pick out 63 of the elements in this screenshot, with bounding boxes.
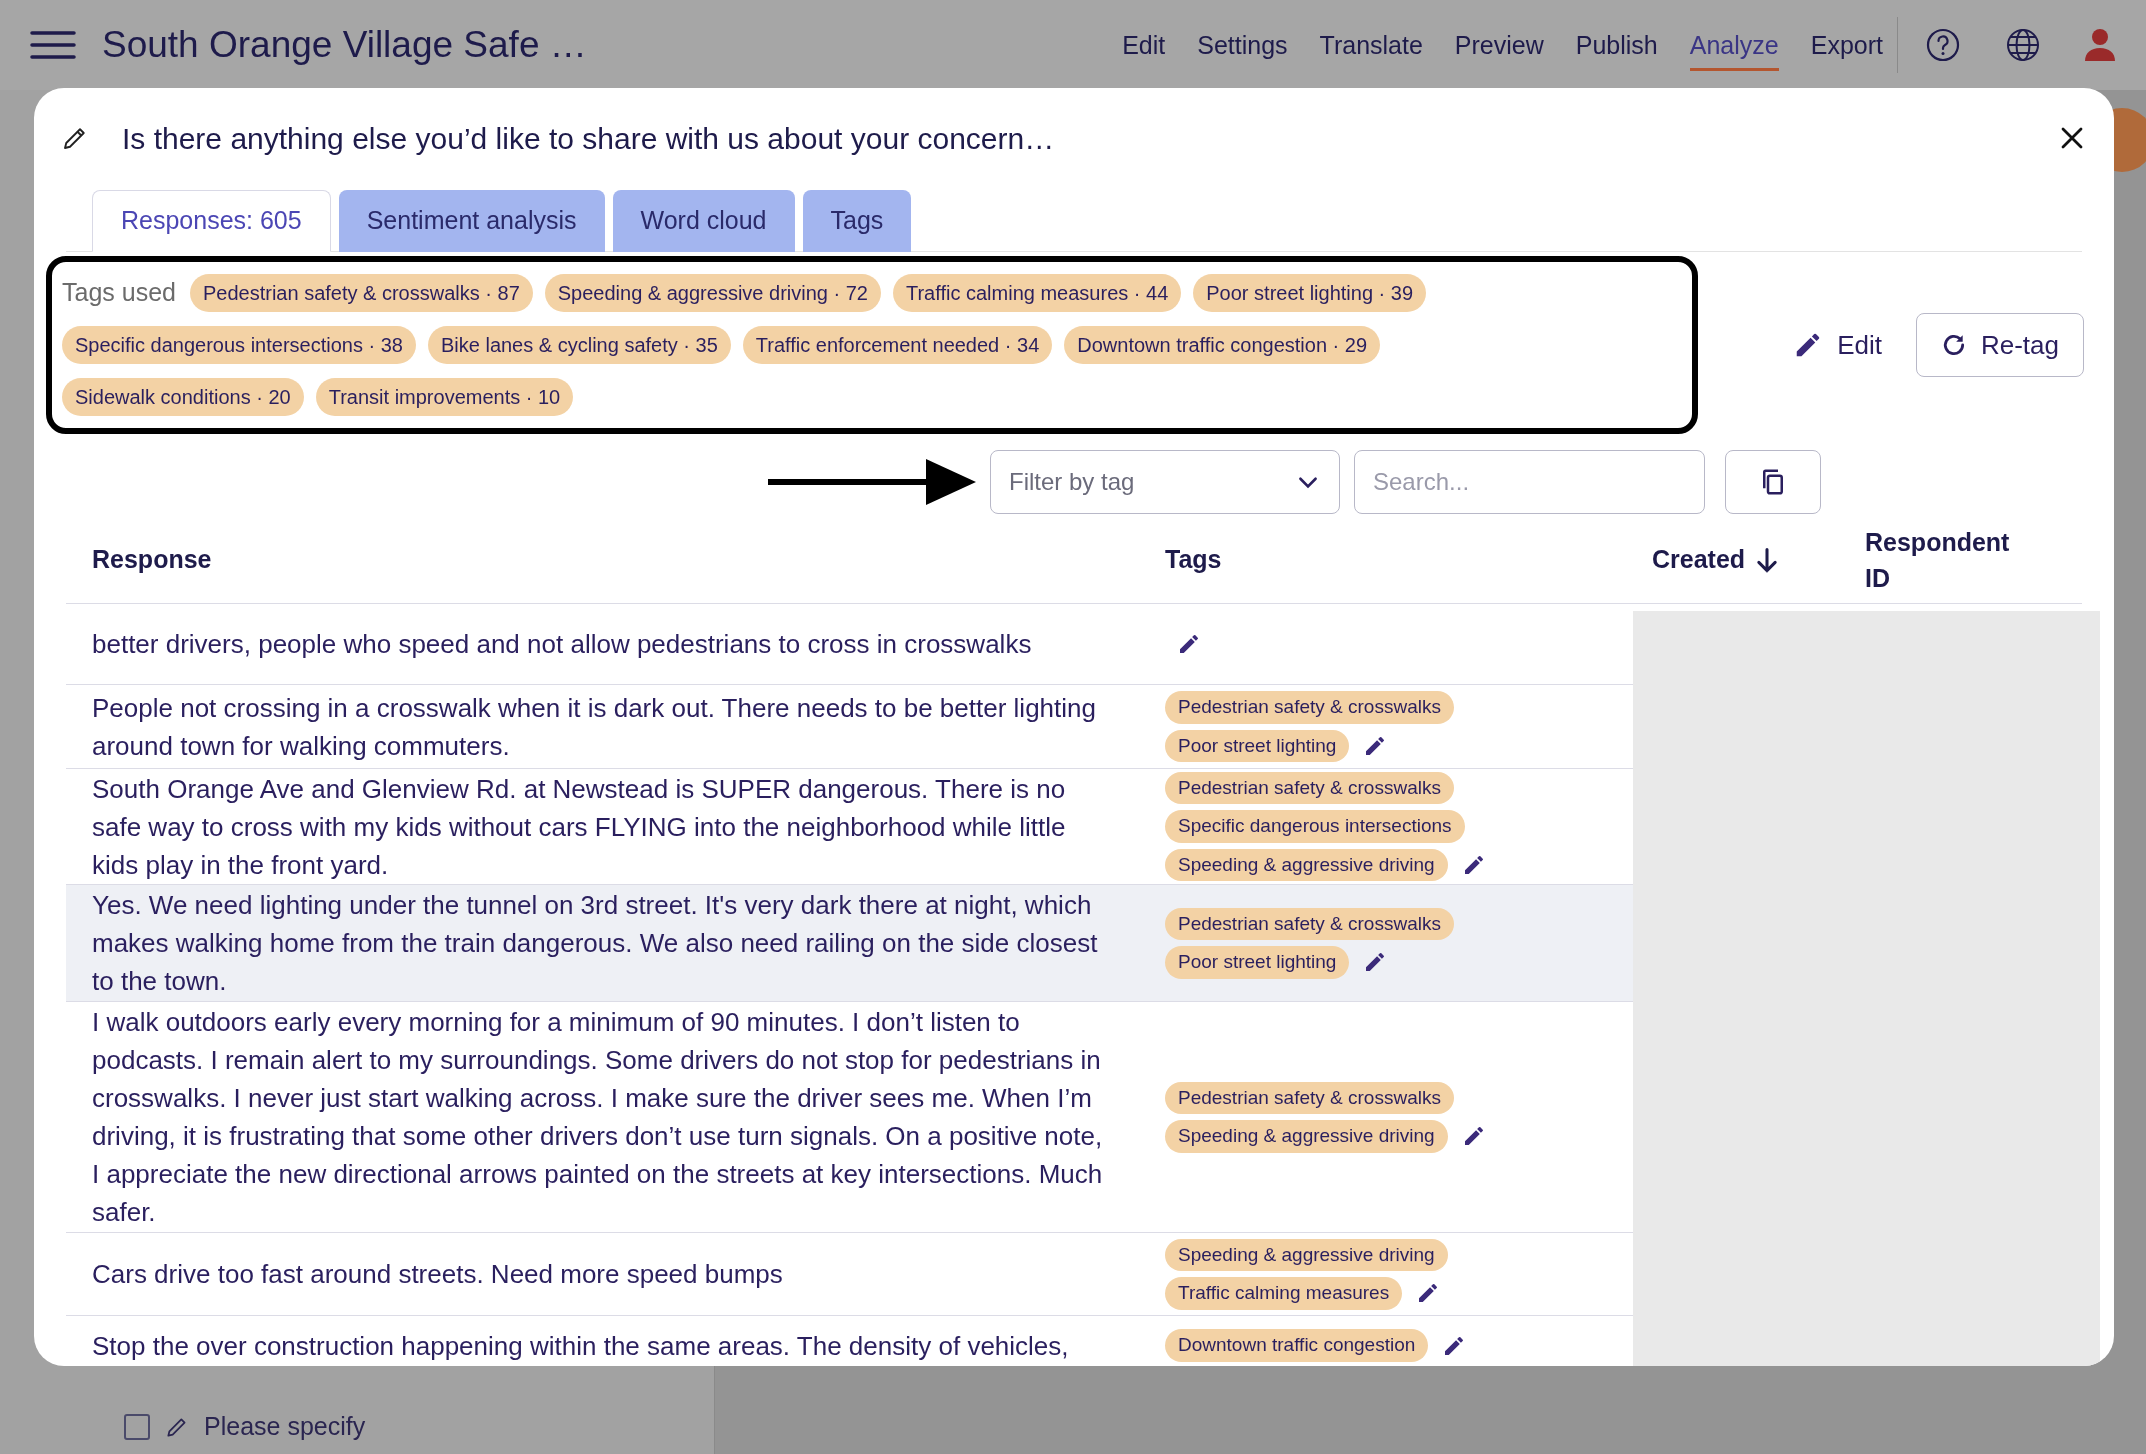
tag-chip[interactable]: Pedestrian safety & crosswalks xyxy=(1165,1081,1454,1114)
retag-button[interactable]: Re-tag xyxy=(1915,313,2084,377)
column-header[interactable]: Respondent ID xyxy=(1865,523,2025,596)
edit-button[interactable]: Edit xyxy=(1793,325,1882,365)
help-icon[interactable] xyxy=(1926,28,1960,62)
tag-chip[interactable]: Speeding & aggressive driving xyxy=(1165,1120,1448,1153)
user-icon[interactable] xyxy=(2084,28,2116,62)
tab[interactable]: Responses: 605 xyxy=(92,190,331,252)
tag-chip[interactable]: Traffic enforcement needed · 34 xyxy=(742,326,1053,364)
column-header[interactable]: Tags xyxy=(1165,540,1652,579)
nav-link[interactable]: Settings xyxy=(1197,18,1288,72)
tag-chip[interactable]: Specific dangerous intersections xyxy=(1165,810,1465,843)
app-title: South Orange Village Safe … xyxy=(102,23,587,68)
pencil-icon[interactable] xyxy=(1177,632,1201,656)
search-field[interactable]: Search... xyxy=(1354,450,1705,514)
tag-chip[interactable]: Speeding & aggressive driving · 72 xyxy=(544,274,881,312)
tab[interactable]: Sentiment analysis xyxy=(338,190,605,252)
table-row[interactable] xyxy=(66,769,1633,885)
tag-chip[interactable]: Speeding & aggressive driving xyxy=(1165,1238,1448,1271)
tag-chip[interactable]: Downtown traffic congestion · 29 xyxy=(1064,326,1381,364)
arrow-icon xyxy=(768,457,976,507)
tag-chip[interactable]: Pedestrian safety & crosswalks xyxy=(1165,771,1454,805)
copy-button[interactable] xyxy=(1725,450,1821,514)
column-header[interactable]: Response xyxy=(66,540,1165,579)
dialog-title: Is there anything else you’d like to share with us about your concern… xyxy=(122,120,1056,157)
tags-label: Tags used xyxy=(62,277,176,309)
tag-chip[interactable]: Pedestrian safety & crosswalks xyxy=(1165,691,1454,724)
response-text: Yes. We need lighting under the tunnel on 3rd street. It's very dark there at night, which makes walking home from the train dangerous. We also need railing on the side closest to the town. xyxy=(92,889,1099,998)
checkbox[interactable] xyxy=(124,1413,150,1440)
tag-chip[interactable]: Traffic calming measures xyxy=(1165,1277,1403,1310)
menu-icon[interactable] xyxy=(30,30,76,60)
table-row[interactable] xyxy=(66,885,1633,1002)
tag-chip[interactable]: Transit improvements · 10 xyxy=(315,378,574,416)
tag-chip[interactable]: Speeding & aggressive driving xyxy=(1165,848,1448,882)
response-text: Stop the over construction happening within the same areas. The density of vehicles, xyxy=(92,1329,1069,1363)
tag-chip[interactable]: Traffic calming measures · 44 xyxy=(892,274,1182,312)
option-label: Please specify xyxy=(204,1411,366,1442)
response-text: Cars drive too fast around streets. Need more speed bumps xyxy=(92,1258,783,1291)
tag-chip[interactable]: Pedestrian safety & crosswalks xyxy=(1165,907,1454,940)
tag-chip[interactable]: Specific dangerous intersections · 38 xyxy=(62,326,416,364)
tag-chip[interactable]: Poor street lighting · 39 xyxy=(1193,274,1427,312)
tag-chip[interactable]: Downtown traffic congestion xyxy=(1165,1329,1429,1362)
response-text: better drivers, people who speed and not allow pedestrians to cross in crosswalks xyxy=(92,628,1032,661)
nav-link[interactable]: Analyze xyxy=(1689,18,1779,72)
nav-link[interactable]: Translate xyxy=(1319,18,1423,72)
close-icon[interactable] xyxy=(2060,126,2084,150)
column-header[interactable]: Created xyxy=(1652,540,1865,579)
filter-dropdown[interactable]: Filter by tag xyxy=(990,450,1340,514)
tab[interactable]: Word cloud xyxy=(612,190,795,252)
nav-link[interactable]: Export xyxy=(1810,18,1883,72)
tag-chip[interactable]: Bike lanes & cycling safety · 35 xyxy=(427,326,731,364)
response-text: South Orange Ave and Glenview Rd. at Newstead is SUPER dangerous. There is no safe way to cross with my kids without cars FLYING into the neighborhood while little kids play in the front yard. xyxy=(92,772,1067,882)
nav-link[interactable]: Preview xyxy=(1454,18,1544,72)
globe-icon[interactable] xyxy=(2006,28,2040,62)
tag-chip[interactable]: Poor street lighting xyxy=(1165,946,1350,979)
tag-chip[interactable]: Poor street lighting xyxy=(1165,729,1350,762)
tag-chip[interactable]: Pedestrian safety & crosswalks · 87 xyxy=(189,274,533,312)
tag-chip[interactable]: Sidewalk conditions · 20 xyxy=(62,378,304,416)
response-text: I walk outdoors early every morning for a minimum of 90 minutes. I don’t listen to podcasts. I remain alert to my surroundings. Some drivers do not stop for pedestrians in crosswalks. I never just start walking across. I make sure the driver sees me. When I’m driving, it is frustrating that some other drivers don’t use turn signals. On a positive note, I appreciate the new directional arrows painted on the streets at key intersections. Much safer. xyxy=(92,1006,1104,1229)
nav-link[interactable]: Edit xyxy=(1122,18,1166,72)
tab[interactable]: Tags xyxy=(802,190,912,252)
nav-link[interactable]: Publish xyxy=(1575,18,1658,72)
response-text: People not crossing in a crosswalk when it is dark out. There needs to be better lighting around town for walking commuters. xyxy=(92,691,1097,763)
